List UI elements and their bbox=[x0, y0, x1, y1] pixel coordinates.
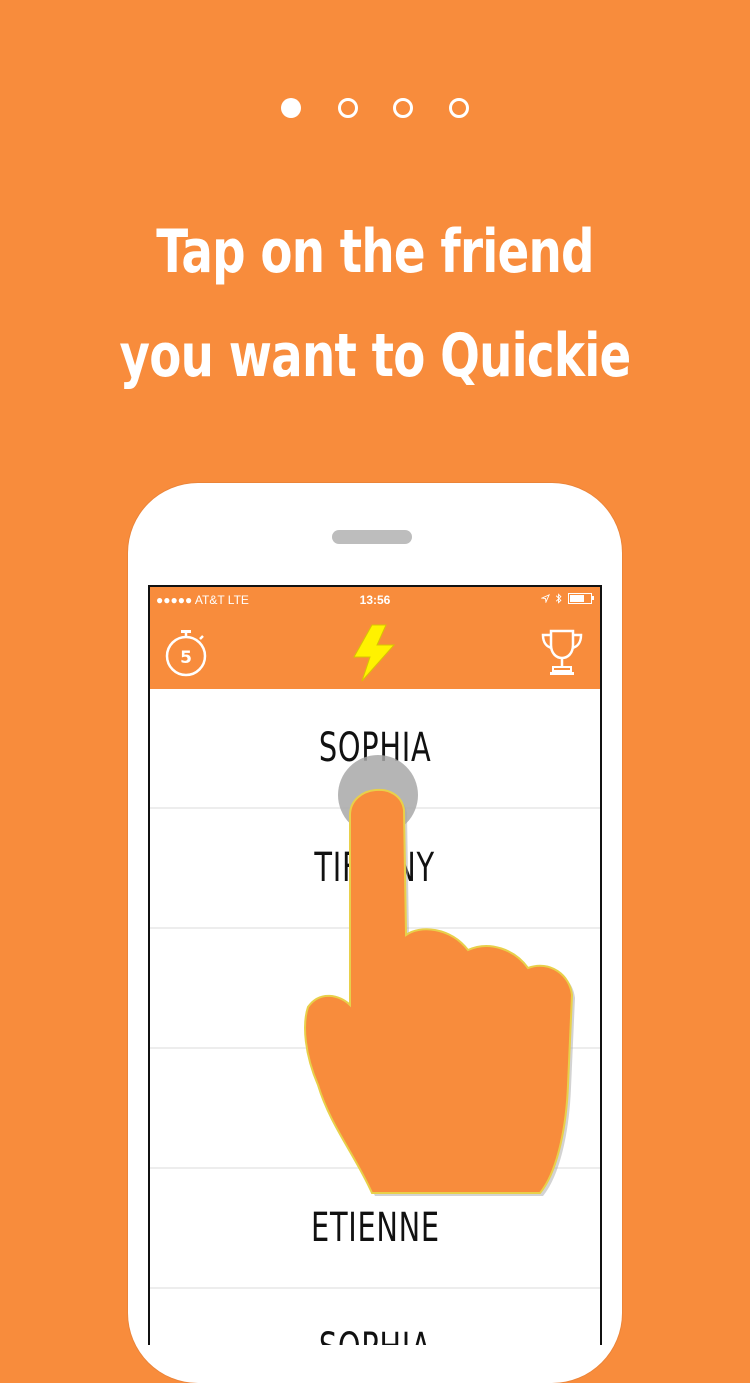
pager-dot-2[interactable] bbox=[338, 98, 358, 118]
onboarding-pager bbox=[0, 96, 750, 120]
battery-icon bbox=[568, 593, 594, 604]
stopwatch-icon[interactable]: 5 bbox=[164, 627, 208, 677]
pager-dot-4[interactable] bbox=[449, 98, 469, 118]
headline-line-2: you want to Quickie bbox=[119, 321, 632, 391]
trophy-icon[interactable] bbox=[540, 627, 584, 677]
lightning-bolt-icon[interactable] bbox=[350, 623, 398, 683]
onboarding-headline: Tap on the friend you want to Quickie bbox=[83, 200, 668, 408]
bluetooth-icon bbox=[555, 593, 562, 604]
friend-row[interactable]: SOPHIA bbox=[150, 1289, 600, 1345]
phone-speaker bbox=[332, 530, 412, 544]
status-right-icons bbox=[541, 593, 594, 604]
friend-name: ETIENNE bbox=[310, 1205, 440, 1251]
pager-dot-1[interactable] bbox=[281, 98, 301, 118]
headline-line-1: Tap on the friend bbox=[156, 217, 594, 287]
nav-bar: 5 bbox=[150, 613, 600, 689]
status-bar: ●●●●● AT&T LTE 13:56 bbox=[150, 587, 600, 613]
pager-dot-3[interactable] bbox=[393, 98, 413, 118]
friend-name: SOPHIA bbox=[319, 1325, 431, 1345]
location-icon bbox=[541, 594, 550, 603]
status-time: 13:56 bbox=[359, 593, 391, 607]
timer-value: 5 bbox=[180, 648, 192, 668]
tap-hand-pointer bbox=[304, 755, 575, 1196]
